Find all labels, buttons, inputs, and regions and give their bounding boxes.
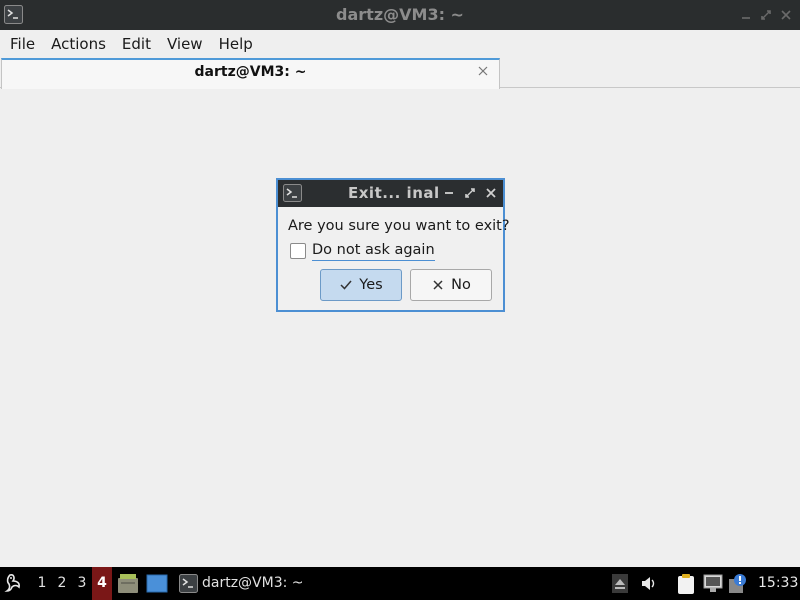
network-icon[interactable] — [703, 574, 723, 593]
do-not-ask-again-checkbox[interactable] — [290, 243, 306, 259]
cross-icon — [433, 280, 443, 290]
window-titlebar: dartz@VM3: ~ — [0, 0, 800, 30]
dialog-minimize-icon[interactable] — [443, 187, 455, 199]
file-manager-icon[interactable] — [117, 573, 139, 594]
start-menu-icon[interactable] — [4, 572, 26, 594]
workspace-3[interactable]: 3 — [72, 567, 92, 600]
volume-icon[interactable] — [640, 575, 658, 592]
dialog-title: Exit... inal — [348, 184, 440, 202]
tab-label: dartz@VM3: ~ — [194, 64, 307, 80]
exit-dialog: Exit... inal Are you sure you want to ex… — [276, 178, 510, 312]
yes-button[interactable]: Yes — [320, 269, 402, 301]
clock[interactable]: 15:33 — [758, 567, 798, 600]
yes-button-label: Yes — [359, 277, 383, 293]
workspace-1[interactable]: 1 — [32, 567, 52, 600]
tab-terminal[interactable]: dartz@VM3: ~ — [1, 58, 500, 89]
menu-file[interactable]: File — [2, 30, 43, 58]
terminal-area[interactable] — [0, 89, 800, 567]
terminal-app-icon — [283, 184, 302, 202]
minimize-icon[interactable] — [739, 8, 753, 22]
menu-help[interactable]: Help — [211, 30, 261, 58]
eject-icon[interactable] — [612, 574, 628, 593]
no-button[interactable]: No — [410, 269, 492, 301]
do-not-ask-again-label[interactable]: Do not ask again — [312, 242, 435, 261]
dialog-close-icon[interactable] — [485, 187, 497, 199]
notification-icon[interactable] — [729, 573, 749, 594]
menu-view[interactable]: View — [159, 30, 211, 58]
no-button-label: No — [451, 277, 471, 293]
task-button-label[interactable]: dartz@VM3: ~ — [202, 567, 304, 600]
dialog-maximize-icon[interactable] — [464, 187, 476, 199]
close-icon[interactable] — [779, 8, 793, 22]
dialog-titlebar: Exit... inal — [278, 180, 503, 207]
terminal-task-icon — [179, 574, 198, 593]
menu-actions[interactable]: Actions — [43, 30, 114, 58]
tab-bar: dartz@VM3: ~ — [0, 58, 800, 89]
checkmark-icon — [340, 280, 352, 290]
taskbar: 1 2 3 4 dartz@VM3: ~ 15:33 — [0, 567, 800, 600]
menu-edit[interactable]: Edit — [114, 30, 159, 58]
window-title: dartz@VM3: ~ — [336, 5, 464, 24]
show-desktop-icon[interactable] — [146, 574, 168, 593]
tab-close-icon[interactable] — [476, 64, 490, 78]
dialog-question: Are you sure you want to exit? — [288, 218, 510, 234]
clipboard-icon[interactable] — [676, 573, 696, 595]
workspace-4[interactable]: 4 — [92, 567, 112, 600]
workspace-2[interactable]: 2 — [52, 567, 72, 600]
menu-bar: File Actions Edit View Help — [0, 30, 800, 58]
maximize-icon[interactable] — [759, 8, 773, 22]
